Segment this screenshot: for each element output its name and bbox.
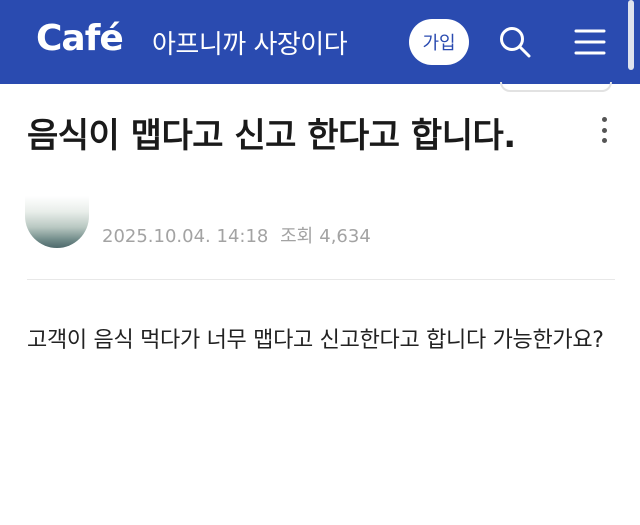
author-avatar[interactable] (25, 196, 89, 248)
more-options-button[interactable] (592, 114, 616, 146)
post-title: 음식이 맵다고 신고 한다고 합니다. (27, 116, 516, 156)
search-button[interactable] (495, 22, 535, 62)
more-vertical-icon (601, 117, 607, 122)
cafe-logo[interactable]: Café (36, 18, 124, 59)
views-label: 조회 (280, 226, 314, 247)
join-button[interactable]: 가입 (409, 19, 469, 65)
top-app-bar: Café 아프니까 사장이다 가입 (0, 0, 640, 84)
post-date: 2025.10.04. 14:18 (102, 226, 269, 247)
search-icon (500, 27, 531, 58)
divider (27, 279, 615, 280)
post-body: 고객이 음식 먹다가 너무 맵다고 신고한다고 합니다 가능한가요? (27, 328, 604, 353)
scrollbar[interactable] (628, 0, 634, 70)
menu-button[interactable] (570, 22, 610, 62)
post-meta: 2025.10.04. 14:18 조회 4,634 (102, 222, 377, 248)
cafe-name[interactable]: 아프니까 사장이다 (152, 24, 348, 61)
menu-icon (574, 29, 606, 55)
bubble-fragment (500, 82, 612, 92)
views-count: 4,634 (319, 226, 371, 247)
